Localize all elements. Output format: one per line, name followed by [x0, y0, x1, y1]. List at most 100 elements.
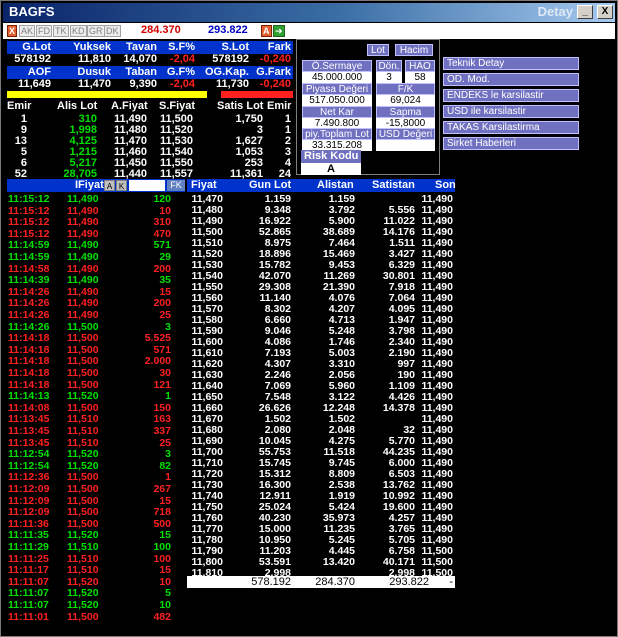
trade-time: 11:14:26 [8, 320, 50, 333]
trade-filter-input[interactable] [129, 180, 165, 191]
depth-cell: 11,670 [191, 413, 223, 425]
trade-price: 11,510 [67, 436, 99, 449]
tool-dk-button[interactable]: DK [104, 25, 121, 37]
tool-fd-button[interactable]: FD [36, 25, 52, 37]
depth-cell: 11.235 [323, 523, 355, 535]
trade-lot: 120 [153, 193, 171, 205]
depth-total-3: 293.822 [389, 576, 429, 588]
trade-lot: 35 [159, 274, 171, 287]
orders-header-6[interactable]: Emir [267, 100, 291, 112]
orders-header-1[interactable]: Emir [7, 100, 31, 112]
depth-cell: 11,490 [421, 468, 453, 480]
link-1[interactable]: Teknik Detay [443, 57, 579, 70]
summary2-header-3: Taban [125, 66, 157, 78]
link-5[interactable]: TAKAS Karsilastirma [443, 121, 579, 134]
depth-cell: 11,490 [421, 347, 453, 359]
lot-button[interactable]: Lot [367, 44, 389, 56]
link-4[interactable]: USD ile karsilastir [443, 105, 579, 118]
trade-lot: 571 [153, 343, 171, 356]
depth-cell: 7.069 [264, 380, 291, 392]
trade-time: 11:12:54 [8, 448, 50, 461]
trade-lot: 82 [159, 459, 171, 472]
trade-time: 11:14:59 [8, 239, 50, 252]
summary2-value-1: 11,649 [17, 78, 51, 90]
depth-cell: 16.922 [258, 215, 291, 227]
trade-lot: 121 [153, 378, 171, 391]
depth-cell: 11,490 [421, 490, 453, 502]
depth-header-alistan[interactable]: Alistan [317, 179, 354, 191]
tool-tk-button[interactable]: TK [53, 25, 69, 37]
title-bar[interactable]: BAGFS Detay _ X [3, 3, 615, 22]
trade-price: 11,490 [67, 227, 99, 240]
close-button[interactable]: X [597, 5, 613, 19]
trade-price: 11,500 [67, 506, 99, 519]
depth-cell: 11,490 [421, 402, 453, 414]
window-title: BAGFS [9, 4, 55, 19]
hacim-button[interactable]: Hacim [395, 44, 433, 56]
trade-lot: 10 [159, 599, 171, 611]
stock-detail-window: BAGFS Detay _ X X AK FD TK KD GR DK 284.370 2… [0, 0, 618, 637]
depth-cell: 997 [397, 358, 415, 370]
trade-time: 11:14:58 [8, 262, 50, 275]
trade-price: 11,500 [67, 483, 99, 495]
trade-price: 11,510 [67, 564, 99, 577]
depth-cell: 11,490 [421, 391, 453, 403]
depth-cell: 11.518 [323, 446, 355, 458]
orders-header-5[interactable]: Satis Lot [217, 100, 263, 112]
trade-time: 11:14:18 [8, 367, 50, 379]
summary2-header-4: G.F% [166, 66, 195, 78]
depth-cell: 9.745 [328, 457, 355, 469]
piyasa-label: Piyasa Değeri [302, 83, 372, 95]
depth-cell: 11,630 [191, 369, 223, 381]
depth-header-satistan[interactable]: Satistan [372, 179, 415, 191]
depth-cell: 11,490 [421, 435, 453, 447]
depth-cell: 11,490 [421, 534, 453, 546]
depth-cell: 11,790 [191, 545, 223, 557]
depth-cell: 11,520 [191, 248, 223, 260]
tool-ak-button[interactable]: AK [19, 25, 36, 37]
link-3[interactable]: ENDEKS le karsilastir [443, 89, 579, 102]
depth-cell: 40.171 [382, 556, 415, 568]
fk-filter-button[interactable]: FK [167, 180, 185, 191]
trade-lot: 470 [153, 227, 171, 240]
depth-header-fiyat[interactable]: Fiyat [191, 179, 217, 191]
minimize-button[interactable]: _ [577, 5, 593, 19]
trade-time: 11:11:25 [8, 552, 49, 565]
arrow-right-icon[interactable]: ➔ [273, 25, 285, 37]
depth-cell: 11,480 [191, 204, 223, 216]
depth-cell: 11,560 [191, 292, 223, 304]
toolbar-value-red: 284.370 [141, 24, 181, 36]
a-button[interactable]: A [261, 25, 272, 37]
close-x-icon[interactable]: X [7, 25, 18, 37]
k-filter-button[interactable]: K [116, 180, 127, 191]
depth-cell: 8.302 [264, 303, 291, 315]
depth-cell: 11,490 [421, 314, 453, 326]
orders-header-2[interactable]: Alis Lot [57, 100, 97, 112]
trades-fiyat-header[interactable]: IFiyat [75, 179, 104, 191]
usd-degeri-value [376, 140, 435, 151]
link-2[interactable]: OD. Mod. [443, 73, 579, 86]
tool-gr-button[interactable]: GR [87, 25, 105, 37]
depth-total-1: 578.192 [251, 576, 291, 588]
trade-price: 11,520 [67, 390, 99, 403]
net-kar-label: Net Kar [302, 106, 372, 118]
depth-cell: 11,490 [421, 369, 453, 381]
depth-header-son[interactable]: Son [435, 179, 456, 191]
depth-cell: 5.705 [388, 534, 415, 546]
depth-header-gun-lot[interactable]: Gun Lot [249, 179, 291, 191]
a-filter-button[interactable]: A [104, 180, 115, 191]
depth-cell: 21.390 [322, 281, 355, 293]
depth-cell: 25.024 [258, 501, 291, 513]
trade-lot: 15 [159, 529, 171, 542]
depth-cell: 11,490 [421, 501, 453, 513]
depth-cell: 11,490 [421, 446, 453, 458]
depth-cell: 55.753 [258, 446, 291, 458]
depth-cell: 7.918 [388, 281, 415, 293]
trade-lot: 30 [159, 367, 171, 379]
orders-header-4[interactable]: S.Fiyat [159, 100, 195, 112]
tool-kd-button[interactable]: KD [70, 25, 87, 37]
o-sermaye-value: 45.000.000 [302, 72, 372, 83]
risk-kodu-label: Risk Kodu [301, 150, 361, 163]
link-6[interactable]: Sirket Haberleri [443, 137, 579, 150]
orders-header-3[interactable]: A.Fiyat [111, 100, 148, 112]
